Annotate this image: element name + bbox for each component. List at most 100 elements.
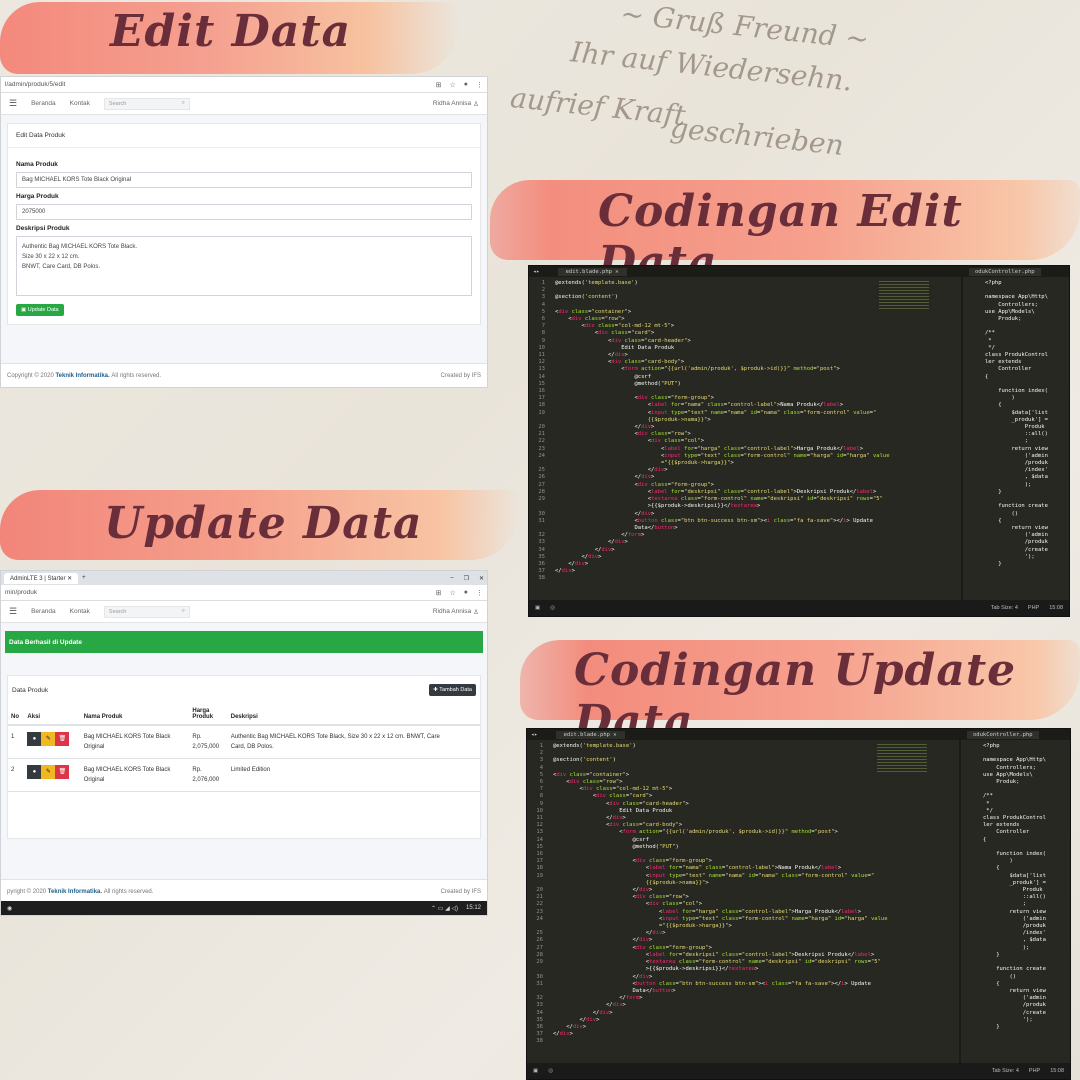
desc-line: BNWT, Care Card, DB Polos. — [22, 264, 101, 270]
footer-brand-link[interactable]: Teknik Informatika. — [55, 373, 109, 379]
cell-no: 1 — [8, 725, 25, 759]
search-input[interactable]: Search ⌕ — [103, 605, 190, 618]
status-tab-size[interactable]: Tab Size: 4 — [991, 605, 1018, 611]
browser-tabbar: AdminLTE 3 | Starter ✕ + – ❐ ✕ — [1, 571, 487, 585]
cell-name-line: Bag MICHAEL KORS Tote Black — [83, 767, 171, 773]
line-numbers: 1 2 3 4 5 6 7 8 9 10 11 12 13 14 15 16 17 18 19 20 21 22 23 24… — [536, 743, 543, 1045]
hamburger-icon[interactable]: ☰ — [9, 606, 17, 617]
maximize-icon[interactable]: ❐ — [464, 575, 469, 582]
success-alert: Data Berhasil di Update — [5, 631, 483, 653]
col-aksi: Aksi — [24, 704, 81, 726]
trash-icon[interactable]: 🗑 — [55, 732, 70, 746]
address-bar[interactable]: l/admin/produk/5/edit ⊞ ☆ ● ⋮ — [1, 77, 487, 93]
update-browser-window: AdminLTE 3 | Starter ✕ + – ❐ ✕ min/produ… — [0, 570, 488, 916]
status-language[interactable]: PHP — [1028, 605, 1039, 611]
translate-icon[interactable]: ⊞ — [436, 81, 442, 89]
status-language[interactable]: PHP — [1029, 1068, 1040, 1074]
status-tab-size[interactable]: Tab Size: 4 — [992, 1068, 1019, 1074]
edit-card: Edit Data Produk Nama Produk Bag MICHAEL… — [7, 123, 481, 325]
tray-icons: ⌃ ▭ ◢ ◁) — [431, 905, 458, 912]
editor-tab-label: edit.blade.php — [563, 731, 610, 738]
star-icon[interactable]: ☆ — [449, 589, 455, 597]
url-text: l/admin/produk/5/edit — [5, 81, 66, 88]
price-label: Harga Produk — [16, 193, 59, 200]
user-name[interactable]: Ridha Annisa — [433, 100, 471, 107]
editor-statusbar: ▣ ◎ Tab Size: 4 PHP 15:08 — [527, 1063, 1070, 1079]
search-placeholder: Search — [108, 608, 127, 615]
card-title: Data Produk — [12, 686, 49, 694]
user-icon: ♙ — [473, 100, 479, 108]
footer-brand-link[interactable]: Teknik Informatika. — [48, 889, 102, 895]
cell-price-line: 2,075,000 — [192, 744, 220, 750]
hamburger-icon[interactable]: ☰ — [9, 98, 17, 109]
tab-nav-icon[interactable]: ◂▸ — [533, 269, 540, 275]
star-icon[interactable]: ☆ — [449, 81, 455, 89]
status-icon[interactable]: ▣ — [535, 605, 540, 611]
menu-dots-icon[interactable]: ⋮ — [476, 589, 483, 597]
heading-update-data: Update Data — [104, 498, 423, 549]
close-icon[interactable]: ✕ — [67, 576, 72, 582]
cell-desc-line: Limited Edition — [230, 767, 271, 773]
search-icon[interactable]: ⌕ — [182, 608, 185, 615]
editor-tab-controller[interactable]: odukController.php — [969, 267, 1041, 276]
cell-price-line: 2,076,000 — [192, 777, 220, 783]
controller-code[interactable]: <?php namespace App\Http\ Controllers; u… — [985, 280, 1067, 568]
editor-statusbar: ▣ ◎ Tab Size: 4 PHP 15:08 — [529, 600, 1069, 616]
cell-name: Bag MICHAEL KORS Tote Black Original — [80, 725, 190, 759]
window-close-icon[interactable]: ✕ — [479, 575, 484, 582]
top-navbar: ☰ Beranda Kontak Search ⌕ Ridha Annisa ♙ — [1, 93, 487, 115]
editor-tab-edit-blade[interactable]: edit.blade.php ✕ — [555, 730, 625, 739]
new-tab-icon[interactable]: + — [82, 575, 86, 581]
translate-icon[interactable]: ⊞ — [436, 589, 442, 597]
nav-contact[interactable]: Kontak — [70, 100, 90, 107]
product-table-card: Data Produk ✚ Tambah Data No Aksi Nama P… — [7, 675, 481, 839]
heading-edit-data: Edit Data — [110, 6, 352, 57]
code-minimap[interactable] — [879, 281, 929, 311]
address-bar[interactable]: min/produk ⊞ ☆ ● ⋮ — [1, 585, 487, 601]
nav-contact[interactable]: Kontak — [70, 608, 90, 615]
editor-tab-edit-blade[interactable]: edit.blade.php ✕ — [557, 267, 627, 276]
price-field[interactable]: 2075000 — [16, 204, 472, 220]
code-area[interactable]: @extends('template.base') @section('cont… — [553, 743, 949, 1038]
user-name[interactable]: Ridha Annisa — [433, 608, 471, 615]
trash-icon[interactable]: 🗑 — [55, 765, 70, 779]
nav-home[interactable]: Beranda — [31, 100, 56, 107]
table-row: 2 ● ✎ 🗑 Bag MICHAEL KORS Tote Black Origi… — [8, 758, 480, 792]
view-icon[interactable]: ● — [27, 765, 42, 779]
avatar-icon[interactable]: ● — [464, 81, 468, 88]
update-button-label: Update Data — [27, 307, 59, 313]
browser-tab[interactable]: AdminLTE 3 | Starter ✕ — [4, 572, 79, 584]
menu-dots-icon[interactable]: ⋮ — [476, 81, 483, 89]
code-minimap[interactable] — [877, 744, 927, 774]
editor-tab-controller[interactable]: odukController.php — [967, 730, 1039, 739]
tab-nav-icon[interactable]: ◂▸ — [531, 732, 538, 738]
view-icon[interactable]: ● — [27, 732, 42, 746]
update-data-button[interactable]: ▣ Update Data — [16, 304, 64, 316]
controller-code[interactable]: <?php namespace App\Http\ Controllers; u… — [983, 743, 1068, 1031]
desc-line: Authentic Bag MICHAEL KORS Tote Black. — [22, 244, 138, 250]
start-icon[interactable]: ◉ — [7, 905, 12, 912]
avatar-icon[interactable]: ● — [464, 589, 468, 596]
col-deskripsi: Deskripsi — [227, 704, 480, 726]
chrome-icon[interactable]: ◎ — [548, 1068, 553, 1074]
name-field[interactable]: Bag MICHAEL KORS Tote Black Original — [16, 172, 472, 188]
cell-desc: Authentic Bag MICHAEL KORS Tote Black, S… — [227, 725, 480, 759]
user-icon: ♙ — [473, 608, 479, 616]
desc-field[interactable]: Authentic Bag MICHAEL KORS Tote Black. S… — [16, 236, 472, 296]
search-icon[interactable]: ⌕ — [182, 100, 185, 107]
code-area[interactable]: @extends('template.base') @section('cont… — [555, 280, 951, 575]
edit-icon[interactable]: ✎ — [41, 765, 56, 779]
add-data-button[interactable]: ✚ Tambah Data — [429, 684, 476, 696]
edit-icon[interactable]: ✎ — [41, 732, 56, 746]
cell-desc-line: Card, DB Polos. — [230, 744, 274, 750]
cell-desc-line: Authentic Bag MICHAEL KORS Tote Black, S… — [230, 734, 440, 740]
status-icon[interactable]: ▣ — [533, 1068, 538, 1074]
cell-name: Bag MICHAEL KORS Tote Black Original — [80, 758, 190, 792]
chrome-icon[interactable]: ◎ — [550, 605, 555, 611]
minimize-icon[interactable]: – — [450, 575, 453, 581]
name-label: Nama Produk — [16, 161, 58, 168]
line-numbers: 1 2 3 4 5 6 7 8 9 10 11 12 13 14 15 16 17 18 19 20 21 22 23 24… — [538, 280, 545, 582]
search-input[interactable]: Search ⌕ — [103, 97, 190, 110]
card-title: Edit Data Produk — [8, 124, 480, 148]
nav-home[interactable]: Beranda — [31, 608, 56, 615]
